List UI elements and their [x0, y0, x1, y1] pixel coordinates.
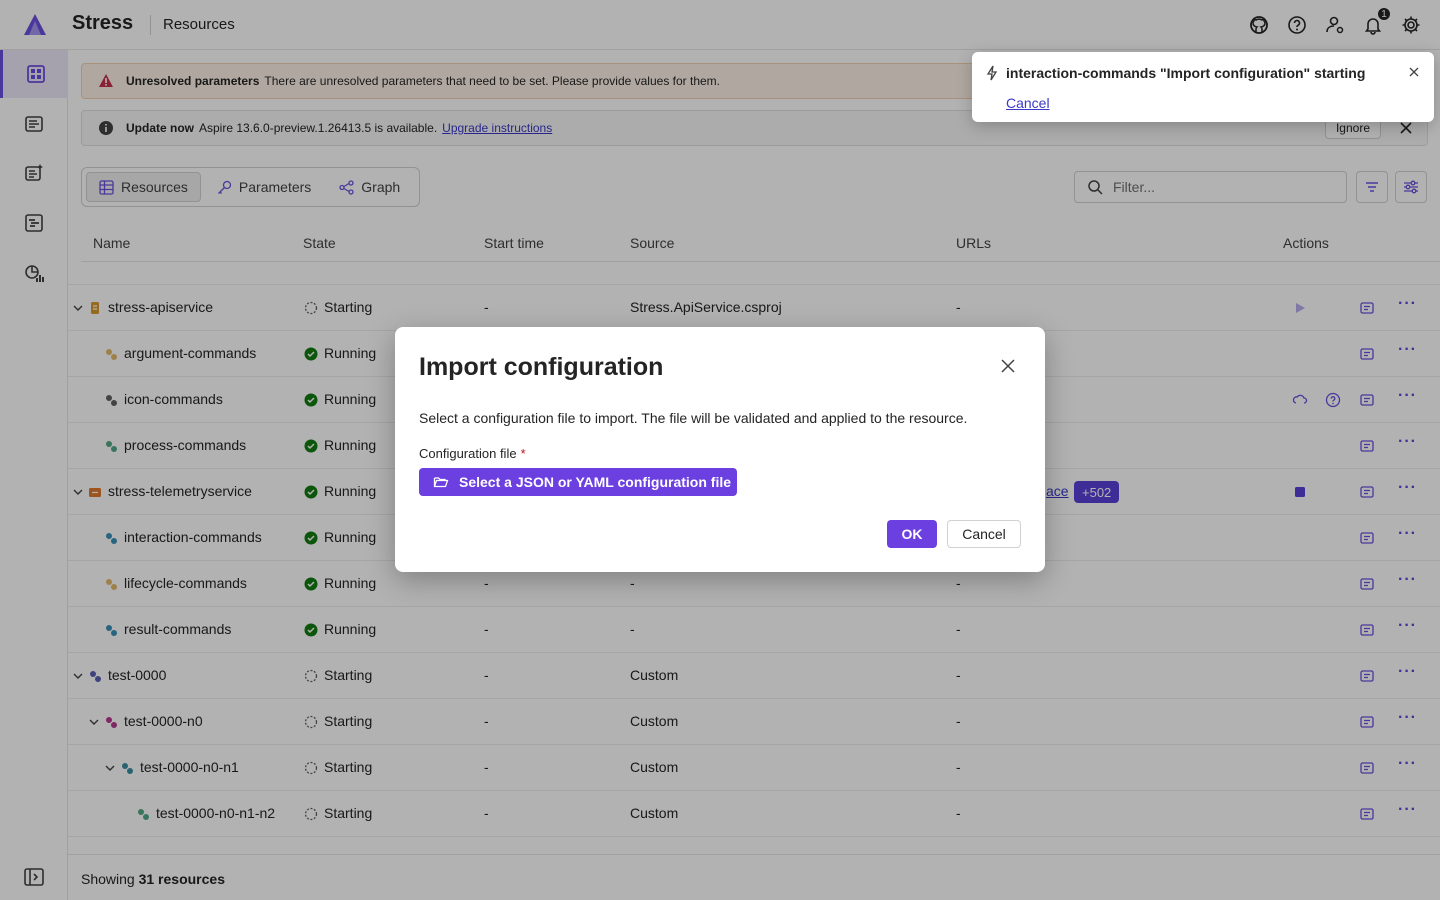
select-file-button-label: Select a JSON or YAML configuration file [459, 474, 732, 490]
select-file-button[interactable]: Select a JSON or YAML configuration file [419, 468, 737, 496]
ok-button[interactable]: OK [887, 520, 937, 548]
flash-icon [986, 65, 998, 81]
required-asterisk: * [520, 446, 526, 461]
toast-cancel-link[interactable]: Cancel [1006, 95, 1050, 111]
folder-open-icon [433, 477, 449, 488]
dialog-description: Select a configuration file to import. T… [419, 410, 968, 426]
command-toast: interaction-commands "Import configurati… [972, 52, 1434, 122]
close-toast-icon[interactable] [1408, 66, 1420, 78]
toast-title: interaction-commands "Import configurati… [1006, 65, 1366, 81]
dialog-title: Import configuration [419, 353, 664, 381]
import-configuration-dialog: Import configuration Select a configurat… [395, 327, 1045, 572]
cancel-button[interactable]: Cancel [947, 520, 1021, 548]
configuration-file-label: Configuration file * [419, 446, 526, 461]
close-icon[interactable] [999, 357, 1017, 375]
